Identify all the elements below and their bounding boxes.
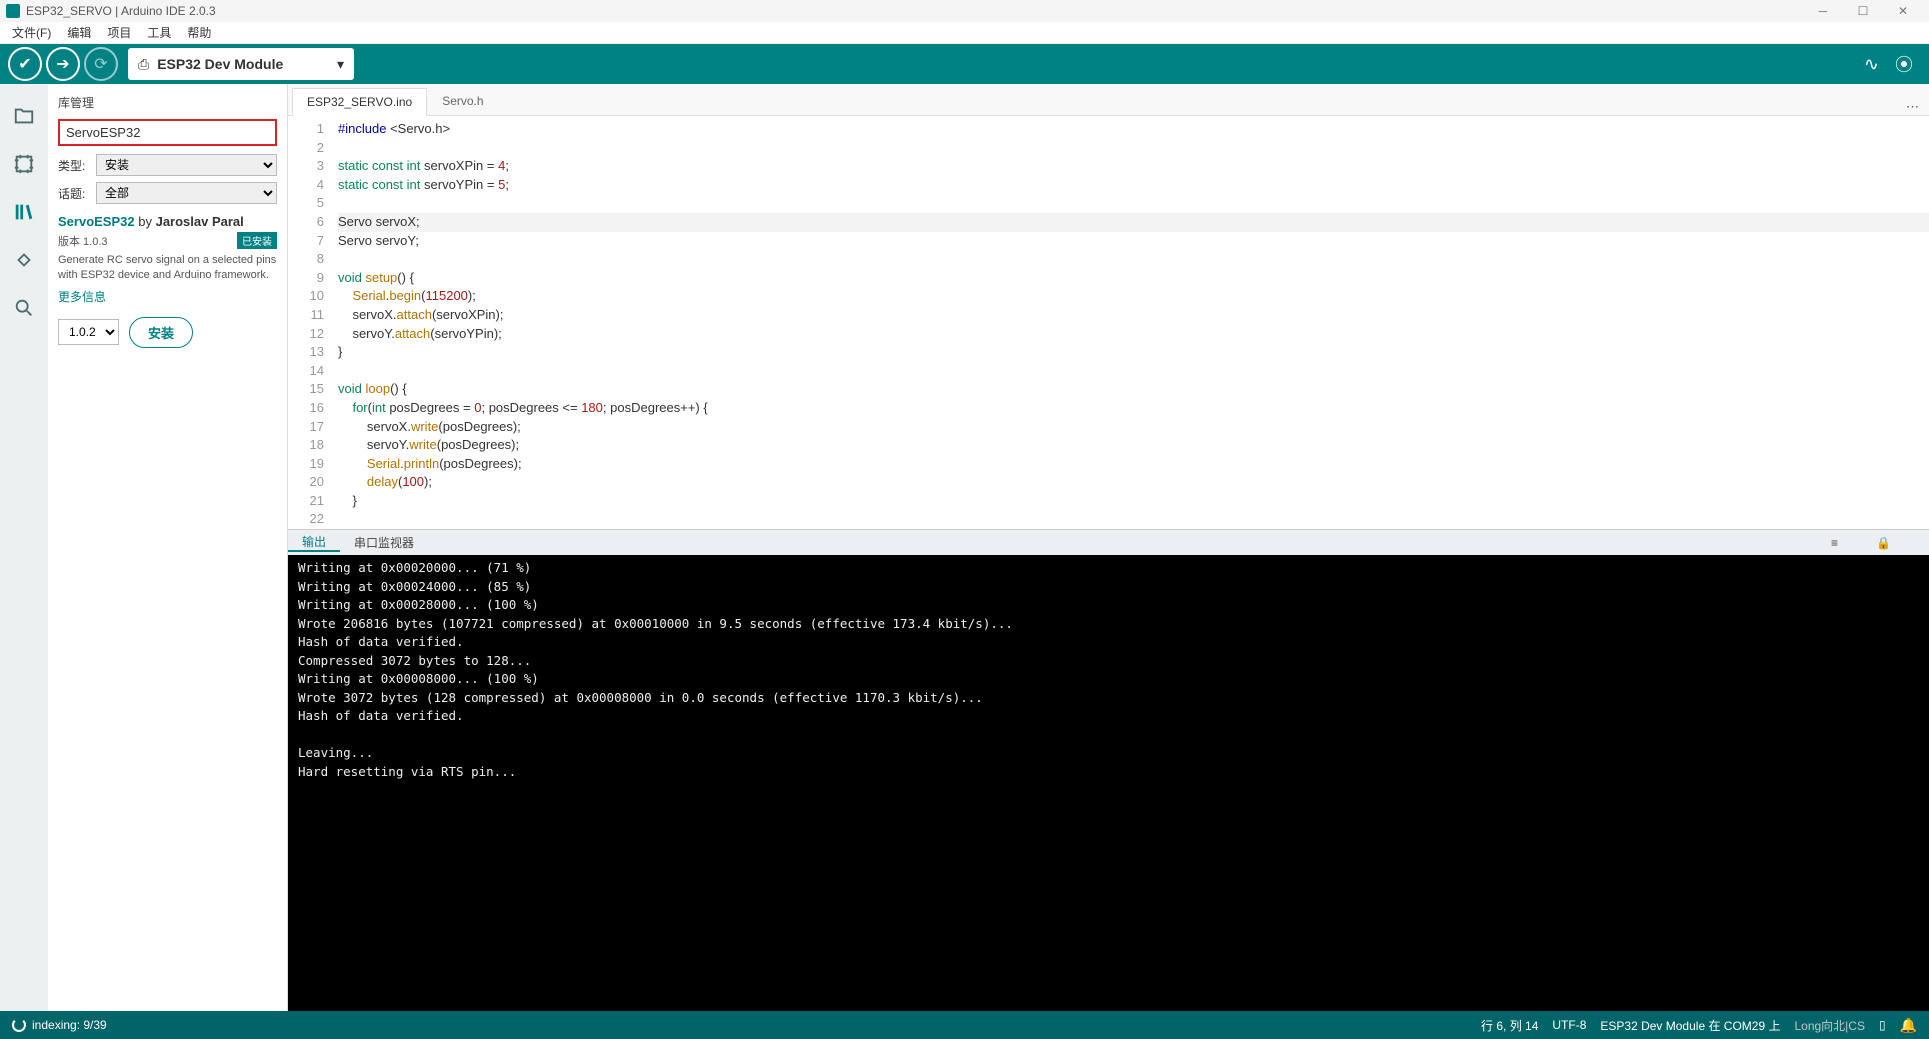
status-bar: indexing: 9/39 行 6, 列 14 UTF-8 ESP32 Dev…: [0, 1011, 1929, 1039]
tab-sketch[interactable]: ESP32_SERVO.ino: [292, 88, 427, 116]
library-name: ServoESP32: [58, 214, 135, 229]
close-panel-icon[interactable]: ▯: [1879, 1018, 1886, 1032]
topic-filter-label: 话题:: [58, 185, 96, 202]
install-button[interactable]: 安装: [129, 317, 193, 348]
output-options-icon[interactable]: ≡: [1817, 536, 1852, 550]
output-tab[interactable]: 输出: [288, 533, 340, 552]
version-select[interactable]: 1.0.2: [58, 319, 119, 345]
library-entry: ServoESP32 by Jaroslav Paral 版本 1.0.3 已安…: [58, 214, 277, 348]
library-manager-panel: 库管理 类型: 安装 话题: 全部 ServoESP32 by Jaroslav…: [48, 84, 288, 1011]
activity-bar: [0, 84, 48, 1011]
sketch-folder-icon[interactable]: [8, 100, 40, 132]
menu-tools[interactable]: 工具: [139, 24, 179, 41]
encoding-status: UTF-8: [1552, 1018, 1586, 1032]
menu-edit[interactable]: 编辑: [59, 24, 99, 41]
menu-project[interactable]: 项目: [99, 24, 139, 41]
notification-bell-icon[interactable]: 🔔: [1900, 1017, 1917, 1034]
board-name: ESP32 Dev Module: [157, 56, 283, 72]
serial-plotter-icon[interactable]: ∿: [1864, 54, 1879, 75]
library-author: Jaroslav Paral: [156, 214, 244, 229]
menu-file[interactable]: 文件(F): [4, 24, 59, 41]
debug-button[interactable]: ⟳: [84, 47, 118, 81]
type-filter-select[interactable]: 安装: [96, 154, 277, 176]
toolbar: ✔ ➔ ⟳ ⎙ ESP32 Dev Module ▾ ∿ ⦿: [0, 44, 1929, 84]
more-info-link[interactable]: 更多信息: [58, 288, 277, 305]
board-selector[interactable]: ⎙ ESP32 Dev Module ▾: [128, 48, 354, 80]
menu-help[interactable]: 帮助: [179, 24, 219, 41]
debug-icon[interactable]: [8, 244, 40, 276]
installed-badge: 已安装: [237, 232, 277, 249]
type-filter-label: 类型:: [58, 157, 96, 174]
serial-monitor-tab[interactable]: 串口监视器: [340, 534, 428, 551]
indexing-status: indexing: 9/39: [32, 1018, 107, 1032]
panel-title: 库管理: [58, 90, 277, 119]
spinner-icon: [12, 1018, 26, 1032]
usb-icon: ⎙: [138, 56, 149, 73]
library-search-input[interactable]: [58, 119, 277, 146]
library-manager-icon[interactable]: [8, 196, 40, 228]
upload-button[interactable]: ➔: [46, 47, 80, 81]
library-version: 版本 1.0.3: [58, 233, 108, 249]
close-button[interactable]: ✕: [1883, 4, 1923, 18]
minimize-button[interactable]: ─: [1803, 4, 1843, 18]
maximize-button[interactable]: ☐: [1843, 4, 1883, 18]
tab-header[interactable]: Servo.h: [427, 87, 498, 115]
tab-overflow-icon[interactable]: ⋯: [1906, 99, 1919, 115]
chevron-down-icon: ▾: [337, 56, 344, 73]
search-icon[interactable]: [8, 292, 40, 324]
arduino-logo-icon: [6, 4, 20, 18]
output-console[interactable]: Writing at 0x00020000... (71 %) Writing …: [288, 555, 1929, 1011]
code-editor[interactable]: 12345678910111213141516171819202122 #inc…: [288, 116, 1929, 529]
output-tabs: 输出 串口监视器 ≡ 🔒: [288, 529, 1929, 555]
editor-tabs: ESP32_SERVO.ino Servo.h ⋯: [288, 84, 1929, 116]
library-description: Generate RC servo signal on a selected p…: [58, 253, 277, 284]
output-lock-icon[interactable]: 🔒: [1862, 536, 1905, 550]
window-title: ESP32_SERVO | Arduino IDE 2.0.3: [26, 4, 216, 18]
watermark: Long向北|CS: [1794, 1017, 1864, 1034]
board-status: ESP32 Dev Module 在 COM29 上: [1600, 1017, 1780, 1034]
board-manager-icon[interactable]: [8, 148, 40, 180]
editor-area: ESP32_SERVO.ino Servo.h ⋯ 12345678910111…: [288, 84, 1929, 1011]
titlebar: ESP32_SERVO | Arduino IDE 2.0.3 ─ ☐ ✕: [0, 0, 1929, 22]
cursor-position: 行 6, 列 14: [1481, 1017, 1538, 1034]
topic-filter-select[interactable]: 全部: [96, 182, 277, 204]
serial-monitor-icon[interactable]: ⦿: [1895, 51, 1913, 77]
menubar: 文件(F) 编辑 项目 工具 帮助: [0, 22, 1929, 44]
verify-button[interactable]: ✔: [8, 47, 42, 81]
